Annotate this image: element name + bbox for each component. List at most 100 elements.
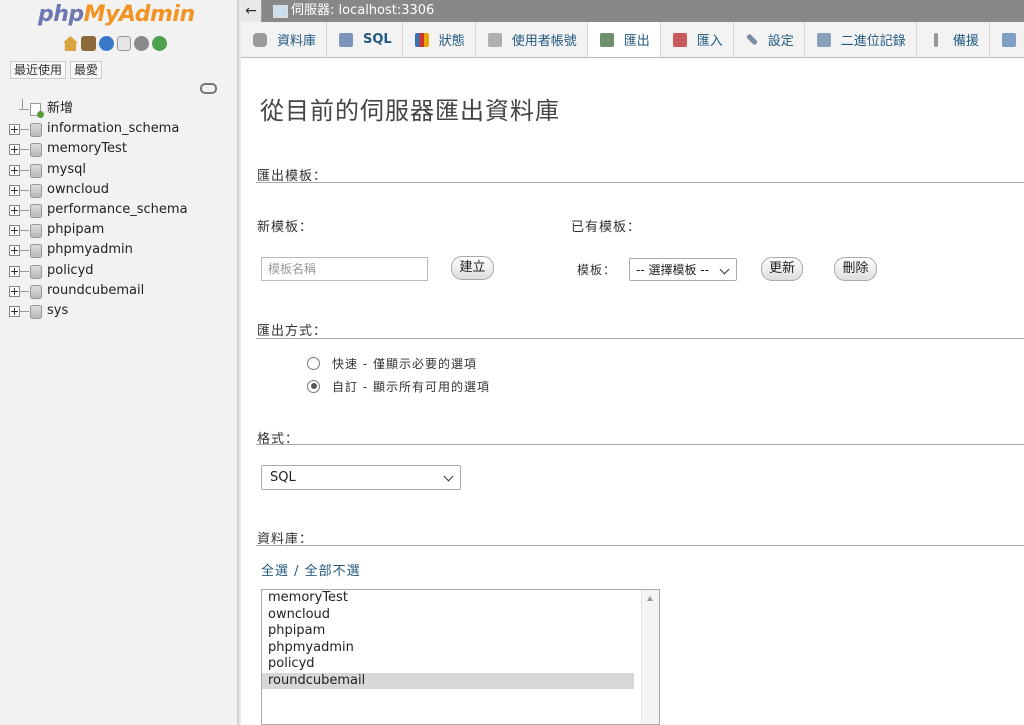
custom-export-radio[interactable] [307, 379, 320, 393]
list-item[interactable]: phpmyadmin [262, 640, 634, 657]
tree-item-database[interactable]: sys [8, 301, 188, 321]
tab-replication[interactable]: 備援 [917, 22, 990, 57]
create-template-button[interactable]: 建立 [451, 256, 494, 280]
database-icon [30, 123, 42, 138]
server-breadcrumb-bar: ← 伺服器: localhost:3306 [241, 0, 1024, 22]
chevron-down-icon [719, 264, 730, 275]
tree-item-database[interactable]: performance_schema [8, 200, 188, 220]
list-item[interactable]: policyd [262, 656, 634, 673]
format-select[interactable]: SQL [261, 465, 461, 490]
quick-export-option[interactable]: 快速 - 僅顯示必要的選項 [307, 354, 477, 372]
help-icon[interactable] [99, 36, 114, 51]
tree-item-label: 新增 [47, 101, 74, 116]
tree-item-label: owncloud [47, 181, 110, 197]
tab-export[interactable]: 匯出 [587, 22, 661, 57]
tab-import[interactable]: 匯入 [661, 22, 734, 57]
tree-line [19, 109, 29, 110]
tab-label: 二進位記錄 [840, 34, 906, 49]
phpmyadmin-logo[interactable]: phpMyAdmin [38, 2, 195, 27]
tree-item-database[interactable]: owncloud [8, 180, 188, 200]
tab-label: 匯出 [623, 34, 650, 49]
listbox-scrollbar[interactable] [641, 590, 659, 724]
tree-item-label: memoryTest [47, 141, 127, 157]
tree-item-label: phpmyadmin [47, 242, 133, 258]
export-icon [599, 32, 614, 47]
new-database-icon [30, 103, 44, 118]
tab-databases[interactable]: 資料庫 [241, 22, 328, 57]
tab-label: 備援 [952, 34, 979, 49]
list-item[interactable]: owncloud [262, 607, 634, 624]
database-icon[interactable] [81, 36, 96, 51]
navigation-panel: phpMyAdmin 最近使用 最愛 新增 information_schema… [0, 0, 242, 725]
format-select-value: SQL [270, 470, 296, 485]
chevron-down-icon [443, 471, 454, 482]
tree-item-database[interactable]: mysql [8, 160, 188, 180]
tab-status[interactable]: 狀態 [403, 22, 476, 57]
settings-icon[interactable] [134, 36, 149, 51]
tab-sql[interactable]: SQL [327, 22, 403, 57]
reload-icon[interactable] [152, 36, 167, 51]
back-arrow-icon[interactable]: ← [241, 0, 262, 22]
quick-export-radio[interactable] [307, 356, 320, 370]
divider [256, 444, 1024, 445]
select-links: 全選 / 全部不選 [261, 560, 361, 579]
tree-item-label: sys [47, 302, 69, 318]
sql-icon [339, 32, 354, 47]
tree-line [19, 189, 29, 191]
database-listbox[interactable]: memoryTest owncloud phpipam phpmyadmin p… [261, 589, 660, 725]
list-item[interactable]: phpipam [262, 623, 634, 640]
tab-settings[interactable]: 設定 [734, 22, 805, 57]
tree-line [19, 129, 29, 131]
template-select-label: 模板： [577, 263, 617, 277]
link-icon[interactable] [200, 83, 217, 94]
tree-item-database[interactable]: policyd [8, 261, 188, 281]
replication-icon [933, 32, 938, 47]
database-icon [30, 244, 42, 259]
quick-export-label: 快速 - 僅顯示必要的選項 [332, 356, 477, 371]
tree-new-item[interactable]: 新增 [8, 99, 188, 119]
tree-item-database[interactable]: phpmyadmin [8, 240, 188, 260]
delete-template-button[interactable]: 刪除 [834, 257, 877, 281]
tab-more[interactable] [990, 22, 1024, 57]
template-select-value: -- 選擇模板 -- [636, 263, 709, 277]
custom-export-label: 自訂 - 顯示所有可用的選項 [332, 379, 490, 394]
tree-line [19, 149, 29, 151]
docs-icon[interactable] [117, 36, 131, 51]
server-icon [273, 5, 288, 18]
tree-item-label: policyd [47, 262, 94, 278]
page-title: 從目前的伺服器匯出資料庫 [260, 97, 560, 125]
tree-item-database[interactable]: phpipam [8, 220, 188, 240]
favorites-tab[interactable]: 最愛 [70, 61, 103, 79]
template-name-input[interactable]: 模板名稱 [261, 257, 428, 281]
database-icon [30, 264, 42, 279]
tree-item-database[interactable]: information_schema [8, 119, 188, 139]
database-icon [30, 203, 42, 218]
tab-label: 設定 [767, 34, 794, 49]
existing-template-label: 已有模板： [571, 220, 642, 235]
home-icon[interactable] [63, 36, 78, 51]
list-item-selected[interactable]: roundcubemail [262, 672, 634, 689]
tree-item-database[interactable]: roundcubemail [8, 281, 188, 301]
recent-tab[interactable]: 最近使用 [10, 61, 67, 79]
template-select[interactable]: -- 選擇模板 -- [629, 258, 737, 281]
tree-item-label: mysql [47, 161, 86, 177]
tab-binary-log[interactable]: 二進位記錄 [805, 22, 917, 57]
tree-line [19, 250, 29, 252]
tree-line [19, 230, 29, 232]
tree-item-database[interactable]: memoryTest [8, 139, 188, 159]
tree-line [19, 290, 29, 292]
deselect-all-link[interactable]: 全部不選 [305, 564, 361, 579]
nav-recent-favorites: 最近使用 最愛 [10, 61, 103, 79]
status-icon [414, 32, 429, 47]
custom-export-option[interactable]: 自訂 - 顯示所有可用的選項 [307, 377, 490, 395]
update-template-button[interactable]: 更新 [761, 257, 803, 281]
link-separator: / [289, 564, 305, 579]
select-all-link[interactable]: 全選 [261, 564, 289, 579]
server-breadcrumb[interactable]: 伺服器: localhost:3306 [291, 0, 434, 22]
database-icon [253, 32, 267, 47]
tab-user-accounts[interactable]: 使用者帳號 [476, 22, 588, 57]
tab-label: 使用者帳號 [511, 34, 577, 49]
more-icon [1001, 32, 1016, 47]
list-item[interactable]: memoryTest [262, 590, 634, 607]
tree-line [19, 169, 29, 171]
